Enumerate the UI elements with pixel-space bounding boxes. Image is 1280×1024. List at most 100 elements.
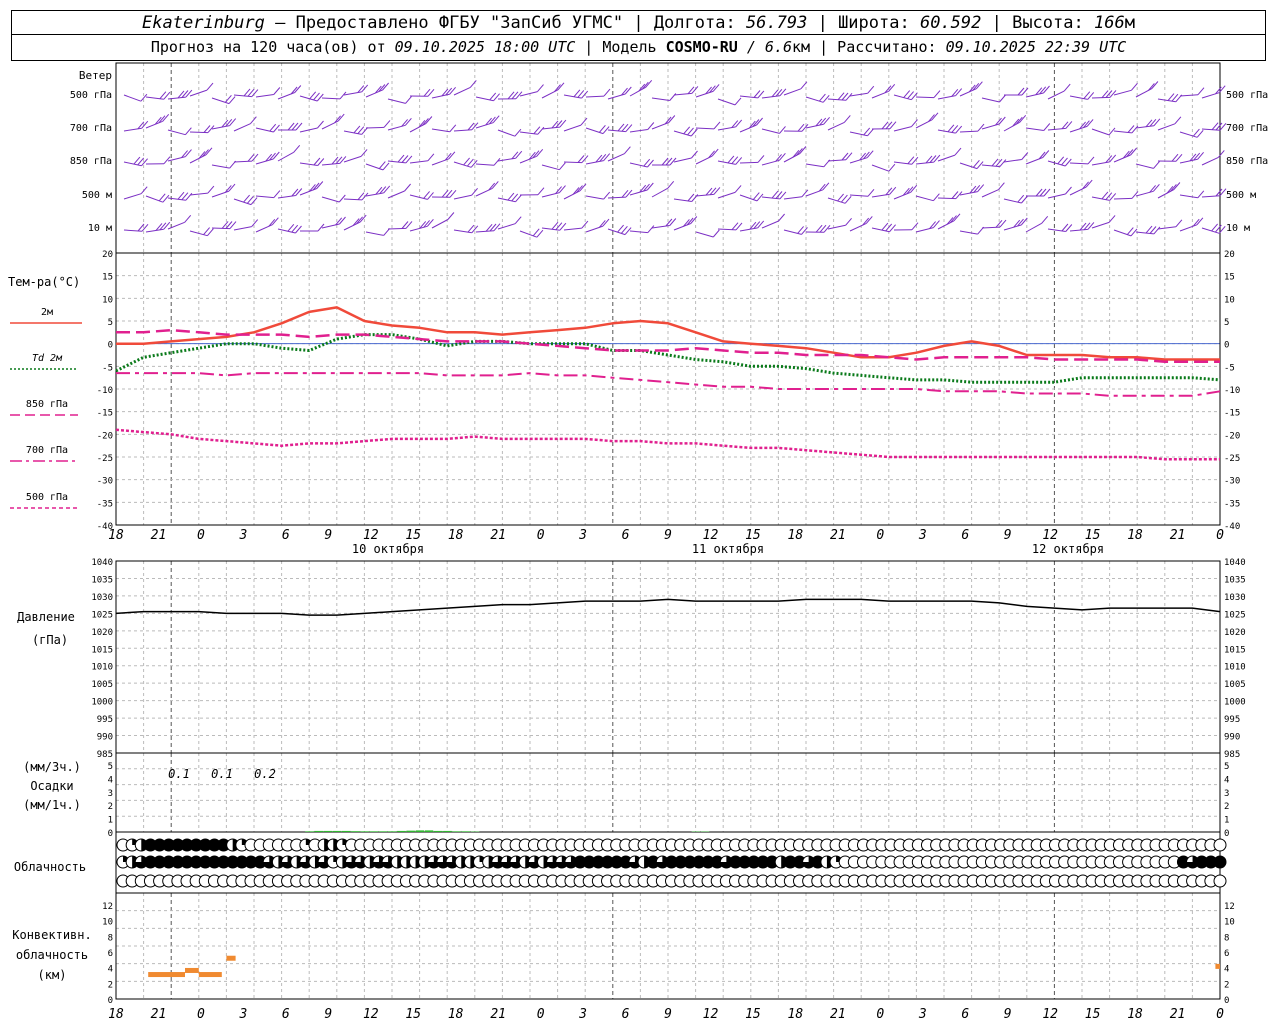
wind-barb-staff bbox=[541, 192, 560, 198]
temp-tick-left: -25 bbox=[97, 454, 113, 464]
wind-barb-staff bbox=[673, 92, 692, 96]
wind-barb-flag bbox=[383, 185, 391, 194]
precip-unit-1h: (мм/1ч.) bbox=[23, 798, 81, 812]
temp-tick-right: 15 bbox=[1224, 273, 1235, 283]
pressure-title: Давление bbox=[17, 610, 75, 624]
wind-barb-flag bbox=[669, 218, 677, 226]
wind-barb-flag bbox=[1041, 215, 1049, 224]
wind-barb-staff bbox=[431, 219, 449, 229]
wind-barb-staff bbox=[1047, 90, 1065, 100]
wind-barb-staff bbox=[1003, 224, 1022, 231]
wind-barb-staff bbox=[761, 220, 779, 229]
wind-barb-flag bbox=[1087, 156, 1095, 165]
precip-bar bbox=[342, 830, 351, 832]
precip-tick-left: 3 bbox=[108, 789, 113, 799]
pressure-tick-left: 1015 bbox=[91, 645, 113, 655]
wind-barb-flag bbox=[357, 85, 365, 93]
pressure-tick-right: 1005 bbox=[1224, 680, 1246, 690]
wind-barb-flag bbox=[778, 213, 785, 222]
wind-barb-staff bbox=[167, 96, 186, 100]
wind-barb-staff bbox=[849, 194, 869, 197]
wind-barb-flag bbox=[977, 123, 985, 132]
wind-barb-staff bbox=[1135, 190, 1154, 197]
wind-barb-staff bbox=[717, 98, 736, 106]
temp-tick-left: -20 bbox=[97, 431, 113, 441]
wind-barb-flag bbox=[734, 185, 742, 193]
pressure-tick-left: 1020 bbox=[91, 628, 113, 638]
wind-barb-flag bbox=[1153, 183, 1160, 192]
wind-level-label-right: 500 м bbox=[1226, 190, 1256, 201]
wind-level-label-left: 10 м bbox=[88, 223, 112, 234]
conv-tick-right: 12 bbox=[1224, 902, 1235, 912]
wind-barb-staff bbox=[1091, 161, 1110, 166]
wind-barb-flag bbox=[933, 90, 941, 98]
wind-barb-staff bbox=[1025, 92, 1044, 98]
wind-barb-staff bbox=[871, 164, 890, 172]
convective-bar bbox=[198, 972, 222, 978]
meteogram-chart: Ветер 500 гПа 700 гПа 850 гПа 500 м 10 м… bbox=[8, 62, 1268, 1022]
wind-level-label-right: 850 гПа bbox=[1226, 156, 1268, 167]
conv-tick-left: 12 bbox=[102, 902, 113, 912]
pressure-tick-right: 1015 bbox=[1224, 645, 1246, 655]
wind-barb-staff bbox=[1201, 92, 1220, 99]
legend-label-850: 850 гПа bbox=[26, 399, 68, 410]
pressure-tick-left: 1010 bbox=[91, 663, 113, 673]
time-tick-label: 0 bbox=[876, 528, 884, 543]
wind-barb-staff bbox=[365, 231, 384, 236]
wind-barb-staff bbox=[805, 189, 824, 197]
wind-level-label-left: 500 гПа bbox=[70, 90, 112, 101]
time-tick-label: 0 bbox=[1216, 1007, 1224, 1022]
conv-title-3: (км) bbox=[38, 968, 67, 982]
cloud-title: Облачность bbox=[14, 860, 86, 874]
wind-barb-staff bbox=[1201, 195, 1221, 198]
wind-barb-flag bbox=[1197, 87, 1205, 96]
precip-3h-label: 0.1 bbox=[211, 767, 233, 781]
precip-bar bbox=[360, 831, 369, 832]
wind-barb-staff bbox=[739, 227, 758, 232]
wind-barb-flag bbox=[514, 216, 522, 225]
cloud-cover-symbols bbox=[116, 838, 1227, 888]
wind-barb-flag bbox=[185, 149, 192, 157]
conv-tick-left: 10 bbox=[102, 918, 113, 928]
time-tick-label: 6 bbox=[961, 528, 969, 543]
temp-tick-right: -15 bbox=[1224, 409, 1240, 419]
time-tick-label: 9 bbox=[1004, 1007, 1012, 1022]
time-tick-label: 3 bbox=[578, 1007, 587, 1022]
wind-barb-flag bbox=[933, 193, 940, 202]
wind-barb-staff bbox=[519, 91, 538, 97]
precip-unit-3h: (мм/3ч.) bbox=[23, 760, 81, 774]
wind-barb-staff bbox=[123, 94, 142, 102]
wind-barb-flag bbox=[889, 186, 897, 195]
wind-barb-staff bbox=[343, 91, 362, 96]
wind-barb-staff bbox=[673, 157, 692, 163]
wind-barb-flag bbox=[1108, 215, 1116, 223]
wind-barb-flag bbox=[624, 146, 631, 155]
wind-barb-staff bbox=[453, 86, 471, 96]
time-tick-label: 3 bbox=[578, 528, 587, 543]
time-tick-label: 21 bbox=[830, 1007, 846, 1022]
legend-label-t2m: 2м bbox=[41, 307, 53, 318]
wind-barb-flag bbox=[1197, 151, 1204, 160]
wind-barb-flag bbox=[599, 153, 607, 162]
time-tick-label: 18 bbox=[1127, 528, 1143, 543]
wind-barbs bbox=[123, 79, 1227, 238]
wind-barb-staff bbox=[409, 160, 428, 164]
wind-barb-flag bbox=[603, 153, 611, 161]
wind-barb-staff bbox=[673, 223, 691, 231]
wind-barb-staff bbox=[475, 187, 493, 197]
wind-barb-flag bbox=[888, 163, 896, 172]
wind-barb-flag bbox=[229, 118, 237, 126]
time-tick-label: 0 bbox=[876, 1007, 884, 1022]
pressure-tick-left: 1035 bbox=[91, 575, 113, 585]
wind-barb-staff bbox=[497, 157, 516, 162]
wind-barb-flag bbox=[559, 162, 566, 171]
time-tick-label: 3 bbox=[238, 528, 247, 543]
wind-barb-flag bbox=[911, 222, 919, 231]
wind-barb-staff bbox=[1135, 163, 1154, 169]
precip-tick-right: 0 bbox=[1224, 829, 1229, 839]
wind-barb-staff bbox=[1201, 156, 1219, 166]
time-tick-label: 15 bbox=[1085, 1007, 1101, 1022]
time-tick-label: 21 bbox=[490, 1007, 506, 1022]
wind-barb-flag bbox=[159, 222, 167, 231]
wind-barb-flag bbox=[493, 157, 501, 166]
